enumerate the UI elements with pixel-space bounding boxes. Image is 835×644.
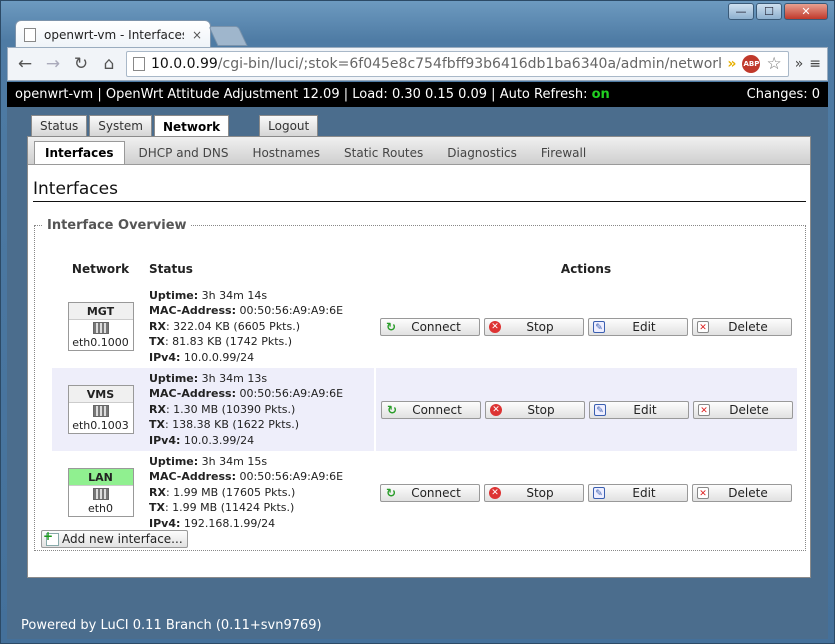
tab-hostnames[interactable]: Hostnames bbox=[242, 141, 330, 164]
menu-network[interactable]: Network bbox=[154, 115, 230, 137]
tab-interfaces[interactable]: Interfaces bbox=[34, 141, 125, 164]
menu-logout[interactable]: Logout bbox=[259, 115, 319, 136]
edit-icon: ✎ bbox=[594, 403, 606, 416]
interface-status: Uptime: 3h 34m 15s MAC-Address: 00:50:56… bbox=[149, 454, 344, 530]
stop-icon: ✕ bbox=[490, 403, 502, 416]
tab-firewall[interactable]: Firewall bbox=[531, 141, 596, 164]
page-title: Interfaces bbox=[33, 179, 806, 202]
page-icon bbox=[133, 57, 145, 71]
add-interface-button[interactable]: Add new interface... bbox=[41, 529, 188, 548]
stop-icon: ✕ bbox=[489, 320, 501, 333]
table-row: MGT eth0.1000 Uptime: 3h 34m 14s MAC-Add… bbox=[52, 285, 797, 368]
menu-icon[interactable]: ≡ bbox=[809, 56, 821, 72]
stop-button[interactable]: ✕ Stop bbox=[484, 317, 584, 336]
tab-close-icon[interactable]: × bbox=[192, 28, 202, 42]
header-status: openwrt-vm | OpenWrt Attitude Adjustment… bbox=[15, 87, 610, 102]
reload-icon[interactable]: ↻ bbox=[70, 53, 92, 75]
new-tab-button[interactable] bbox=[208, 26, 248, 46]
luci-header: openwrt-vm | OpenWrt Attitude Adjustment… bbox=[7, 82, 828, 107]
home-icon[interactable]: ⌂ bbox=[98, 53, 120, 75]
main-menu: Status System Network Logout bbox=[31, 115, 319, 137]
tab-diagnostics[interactable]: Diagnostics bbox=[437, 141, 527, 164]
tab-dhcp-dns[interactable]: DHCP and DNS bbox=[129, 141, 239, 164]
refresh-icon: ↻ bbox=[385, 319, 397, 334]
tab-title: openwrt-vm - Interfaces - bbox=[44, 27, 184, 42]
delete-icon: ✕ bbox=[697, 486, 709, 499]
edit-icon: ✎ bbox=[593, 320, 605, 333]
add-interface-label: Add new interface... bbox=[62, 532, 183, 546]
stop-button[interactable]: ✕ Stop bbox=[484, 483, 584, 502]
extension-chevron-icon[interactable]: » bbox=[727, 56, 736, 72]
connect-button[interactable]: ↻ Connect bbox=[380, 317, 480, 336]
add-icon bbox=[43, 529, 59, 546]
footer[interactable]: Powered by LuCI 0.11 Branch (0.11+svn976… bbox=[21, 618, 322, 633]
maximize-button[interactable]: ☐ bbox=[756, 3, 782, 20]
delete-button[interactable]: ✕ Delete bbox=[693, 400, 793, 419]
delete-icon: ✕ bbox=[698, 403, 710, 416]
url-text[interactable]: 10.0.0.99/cgi-bin/luci/;stok=6f045e8c754… bbox=[151, 56, 721, 72]
interface-status: Uptime: 3h 34m 13s MAC-Address: 00:50:56… bbox=[149, 368, 376, 451]
interface-status: Uptime: 3h 34m 14s MAC-Address: 00:50:56… bbox=[149, 288, 344, 364]
network-panel: Interfaces DHCP and DNS Hostnames Static… bbox=[27, 136, 811, 578]
interface-name: LAN bbox=[68, 469, 133, 486]
delete-icon: ✕ bbox=[697, 320, 709, 333]
page-icon bbox=[24, 27, 36, 42]
interface-name: VMS bbox=[68, 386, 133, 403]
col-actions: Actions bbox=[560, 262, 612, 276]
interface-overview: Interface Overview Network Status Action… bbox=[34, 218, 806, 551]
interface-device: eth0.1000 bbox=[72, 335, 129, 349]
edit-icon: ✎ bbox=[593, 486, 605, 499]
interface-name: MGT bbox=[68, 303, 133, 320]
bookmark-star-icon[interactable]: ☆ bbox=[766, 54, 781, 74]
window-controls: — ☐ ✕ bbox=[728, 3, 828, 20]
edit-button[interactable]: ✎ Edit bbox=[589, 400, 689, 419]
menu-status[interactable]: Status bbox=[31, 115, 88, 136]
interface-device: eth0.1003 bbox=[72, 418, 129, 432]
refresh-icon: ↻ bbox=[386, 402, 398, 417]
interfaces-table: Network Status Actions MGT eth0.1000 Upt… bbox=[52, 253, 797, 534]
table-row: LAN eth0 Uptime: 3h 34m 15s MAC-Address:… bbox=[52, 451, 797, 534]
edit-button[interactable]: ✎ Edit bbox=[588, 317, 688, 336]
overview-legend: Interface Overview bbox=[47, 218, 187, 233]
ethernet-port-icon bbox=[92, 487, 109, 500]
ethernet-port-icon bbox=[92, 321, 109, 334]
col-status: Status bbox=[149, 262, 193, 276]
browser-tab[interactable]: openwrt-vm - Interfaces - × bbox=[15, 20, 211, 48]
interface-device: eth0 bbox=[87, 501, 114, 515]
browser-toolbar: ← → ↻ ⌂ 10.0.0.99/cgi-bin/luci/;stok=6f0… bbox=[7, 47, 828, 81]
refresh-icon: ↻ bbox=[385, 485, 397, 500]
adblock-icon[interactable]: ABP bbox=[742, 55, 761, 73]
page-content: openwrt-vm | OpenWrt Attitude Adjustment… bbox=[7, 82, 828, 639]
interface-badge: MGT eth0.1000 bbox=[67, 302, 134, 351]
delete-button[interactable]: ✕ Delete bbox=[692, 317, 792, 336]
auto-refresh-toggle[interactable]: on bbox=[592, 87, 610, 102]
col-network: Network bbox=[71, 262, 130, 276]
connect-button[interactable]: ↻ Connect bbox=[381, 400, 481, 419]
minimize-button[interactable]: — bbox=[728, 3, 754, 20]
delete-button[interactable]: ✕ Delete bbox=[692, 483, 792, 502]
forward-icon[interactable]: → bbox=[42, 53, 64, 75]
menu-system[interactable]: System bbox=[89, 115, 152, 136]
changes-link[interactable]: Changes: 0 bbox=[747, 87, 820, 102]
stop-button[interactable]: ✕ Stop bbox=[485, 400, 585, 419]
address-bar[interactable]: 10.0.0.99/cgi-bin/luci/;stok=6f045e8c754… bbox=[126, 51, 789, 77]
browser-window: — ☐ ✕ openwrt-vm - Interfaces - × ← → ↻ … bbox=[0, 0, 835, 644]
tab-static-routes[interactable]: Static Routes bbox=[334, 141, 433, 164]
edit-button[interactable]: ✎ Edit bbox=[588, 483, 688, 502]
sub-menu: Interfaces DHCP and DNS Hostnames Static… bbox=[28, 137, 810, 165]
connect-button[interactable]: ↻ Connect bbox=[380, 483, 480, 502]
interface-badge: VMS eth0.1003 bbox=[67, 385, 134, 434]
ethernet-port-icon bbox=[92, 404, 109, 417]
more-icon[interactable]: » bbox=[795, 56, 804, 72]
close-window-button[interactable]: ✕ bbox=[784, 3, 828, 20]
table-row: VMS eth0.1003 Uptime: 3h 34m 13s MAC-Add… bbox=[52, 368, 797, 451]
stop-icon: ✕ bbox=[489, 486, 501, 499]
interface-badge: LAN eth0 bbox=[67, 468, 134, 517]
back-icon[interactable]: ← bbox=[14, 53, 36, 75]
